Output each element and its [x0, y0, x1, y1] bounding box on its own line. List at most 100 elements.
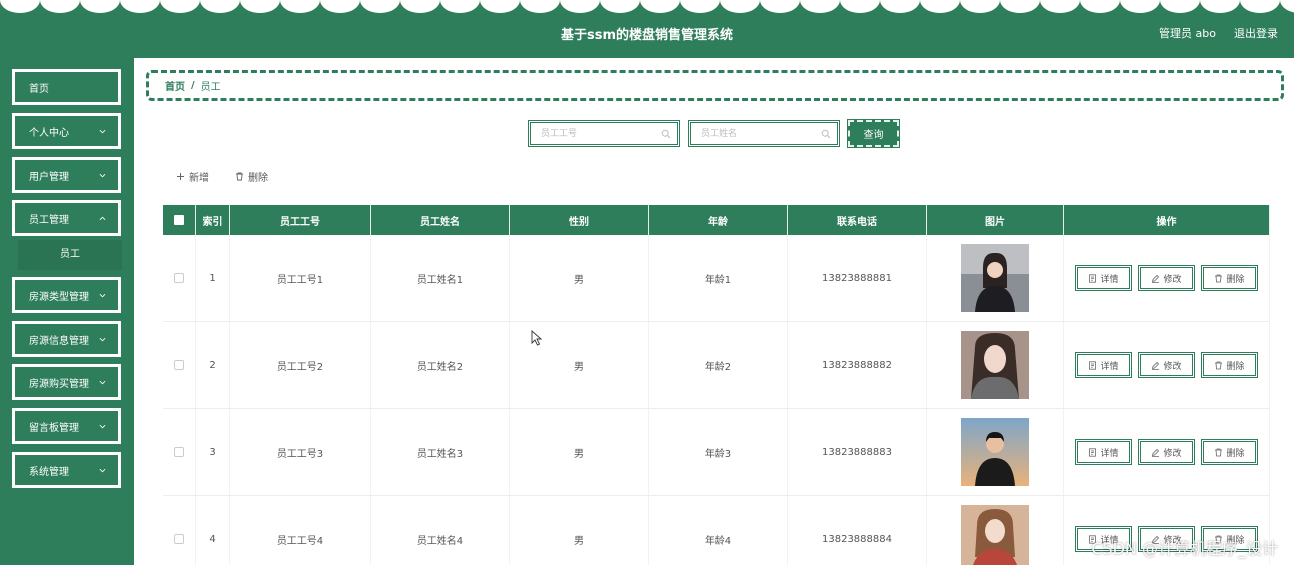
sidebar-item-system-management[interactable]: 系统管理: [12, 452, 121, 488]
cell-phone: 13823888884: [788, 496, 927, 565]
breadcrumb: 首页 / 员工: [146, 70, 1284, 101]
cell-employee-name: 员工姓名3: [371, 409, 510, 495]
scallop-shape: [240, 0, 280, 13]
employee-name-search-box: [688, 120, 840, 147]
sidebar-item-property-type-management[interactable]: 房源类型管理: [12, 277, 121, 313]
cell-employee-number: 员工工号2: [230, 322, 371, 408]
edit-button[interactable]: 修改: [1138, 352, 1195, 378]
row-checkbox[interactable]: [174, 273, 184, 283]
column-header: 年龄: [649, 205, 788, 235]
document-icon: [1089, 360, 1097, 370]
table-row: 3 员工工号3 员工姓名3 男 年龄3 13823888883 详情 修改 删除: [163, 409, 1270, 496]
scallop-shape: [320, 0, 360, 13]
column-header: 性别: [510, 205, 649, 235]
scallop-shape: [840, 0, 880, 13]
column-header: 索引: [196, 205, 230, 235]
trash-icon: [1215, 361, 1223, 369]
employee-photo: [961, 331, 1029, 399]
edit-button[interactable]: 修改: [1138, 265, 1195, 291]
select-all-checkbox[interactable]: [174, 215, 184, 225]
sidebar-item-home[interactable]: 首页: [12, 69, 121, 105]
scallop-shape: [600, 0, 640, 13]
sidebar: 首页 个人中心 用户管理 员工管理 员工 房源类型管理 房源信息管理 房源购买管…: [0, 58, 134, 565]
sidebar-item-personal-center[interactable]: 个人中心: [12, 113, 121, 149]
plus-icon: [177, 173, 184, 180]
scallop-shape: [200, 0, 240, 13]
employee-photo: [961, 244, 1029, 312]
scallop-shape: [640, 0, 680, 13]
detail-button[interactable]: 详情: [1075, 526, 1132, 552]
breadcrumb-home[interactable]: 首页: [165, 78, 185, 93]
sidebar-item-label: 房源购买管理: [29, 378, 89, 390]
scallop-shape: [1000, 0, 1040, 13]
row-checkbox[interactable]: [174, 360, 184, 370]
cell-phone: 13823888882: [788, 322, 927, 408]
cell-employee-number: 员工工号3: [230, 409, 371, 495]
scallop-shape: [800, 0, 840, 13]
sidebar-item-employee-management[interactable]: 员工管理: [12, 200, 121, 236]
chevron-up-icon: [99, 216, 106, 221]
delete-button-label: 删除: [248, 173, 268, 184]
row-checkbox[interactable]: [174, 534, 184, 544]
logout-button[interactable]: 退出登录: [1234, 25, 1278, 41]
scallop-shape: [120, 0, 160, 13]
cell-index: 2: [196, 322, 230, 408]
sidebar-item-message-board-management[interactable]: 留言板管理: [12, 408, 121, 444]
delete-button[interactable]: 删除: [1201, 526, 1258, 552]
sidebar-subitem-employee[interactable]: 员工: [18, 240, 122, 270]
mouse-cursor-icon: [531, 330, 542, 346]
employee-table: 索引 员工工号 员工姓名 性别 年龄 联系电话 图片 操作 1 员工工号1 员工…: [163, 205, 1270, 565]
pencil-icon: [1152, 448, 1160, 457]
scallop-shape: [1160, 0, 1200, 13]
document-icon: [1089, 273, 1097, 283]
edit-button[interactable]: 修改: [1138, 439, 1195, 465]
sidebar-item-label: 房源类型管理: [29, 291, 89, 303]
detail-button[interactable]: 详情: [1075, 265, 1132, 291]
cell-gender: 男: [510, 496, 649, 565]
edit-button[interactable]: 修改: [1138, 526, 1195, 552]
trash-icon: [1215, 448, 1223, 456]
cell-gender: 男: [510, 235, 649, 321]
sidebar-item-property-info-management[interactable]: 房源信息管理: [12, 321, 121, 357]
query-button[interactable]: 查询: [847, 119, 900, 148]
scallop-shape: [680, 0, 720, 13]
chevron-down-icon: [99, 380, 106, 385]
trash-icon: [1215, 535, 1223, 543]
delete-button[interactable]: 删除: [1201, 265, 1258, 291]
table-row: 4 员工工号4 员工姓名4 男 年龄4 13823888884 详情 修改 删除: [163, 496, 1270, 565]
chevron-down-icon: [99, 424, 106, 429]
cell-index: 4: [196, 496, 230, 565]
batch-delete-button[interactable]: 删除: [235, 169, 268, 184]
scallop-shape: [280, 0, 320, 13]
delete-button[interactable]: 删除: [1201, 352, 1258, 378]
sidebar-item-label: 个人中心: [29, 127, 69, 139]
employee-number-input[interactable]: [531, 123, 651, 144]
row-checkbox[interactable]: [174, 447, 184, 457]
scallop-shape: [1280, 0, 1294, 13]
employee-name-input[interactable]: [691, 123, 811, 144]
cell-employee-name: 员工姓名2: [371, 322, 510, 408]
add-button[interactable]: 新增: [176, 169, 209, 184]
scallop-shape: [480, 0, 520, 13]
sidebar-item-user-management[interactable]: 用户管理: [12, 157, 121, 193]
trash-icon: [236, 172, 243, 181]
detail-button[interactable]: 详情: [1075, 352, 1132, 378]
scallop-shape: [1120, 0, 1160, 13]
cell-age: 年龄3: [649, 409, 788, 495]
delete-button[interactable]: 删除: [1201, 439, 1258, 465]
detail-button[interactable]: 详情: [1075, 439, 1132, 465]
document-icon: [1089, 447, 1097, 457]
cell-age: 年龄2: [649, 322, 788, 408]
scallop-shape: [440, 0, 480, 13]
pencil-icon: [1152, 535, 1160, 544]
scallop-shape: [40, 0, 80, 13]
sidebar-item-label: 房源信息管理: [29, 335, 89, 347]
scallop-shape: [960, 0, 1000, 13]
current-user: 管理员 abo: [1159, 27, 1216, 40]
scallop-shape: [760, 0, 800, 13]
cell-employee-number: 员工工号1: [230, 235, 371, 321]
header-select-all[interactable]: [163, 205, 196, 235]
cell-gender: 男: [510, 409, 649, 495]
sidebar-item-property-purchase-management[interactable]: 房源购买管理: [12, 364, 121, 400]
column-header: 联系电话: [788, 205, 927, 235]
